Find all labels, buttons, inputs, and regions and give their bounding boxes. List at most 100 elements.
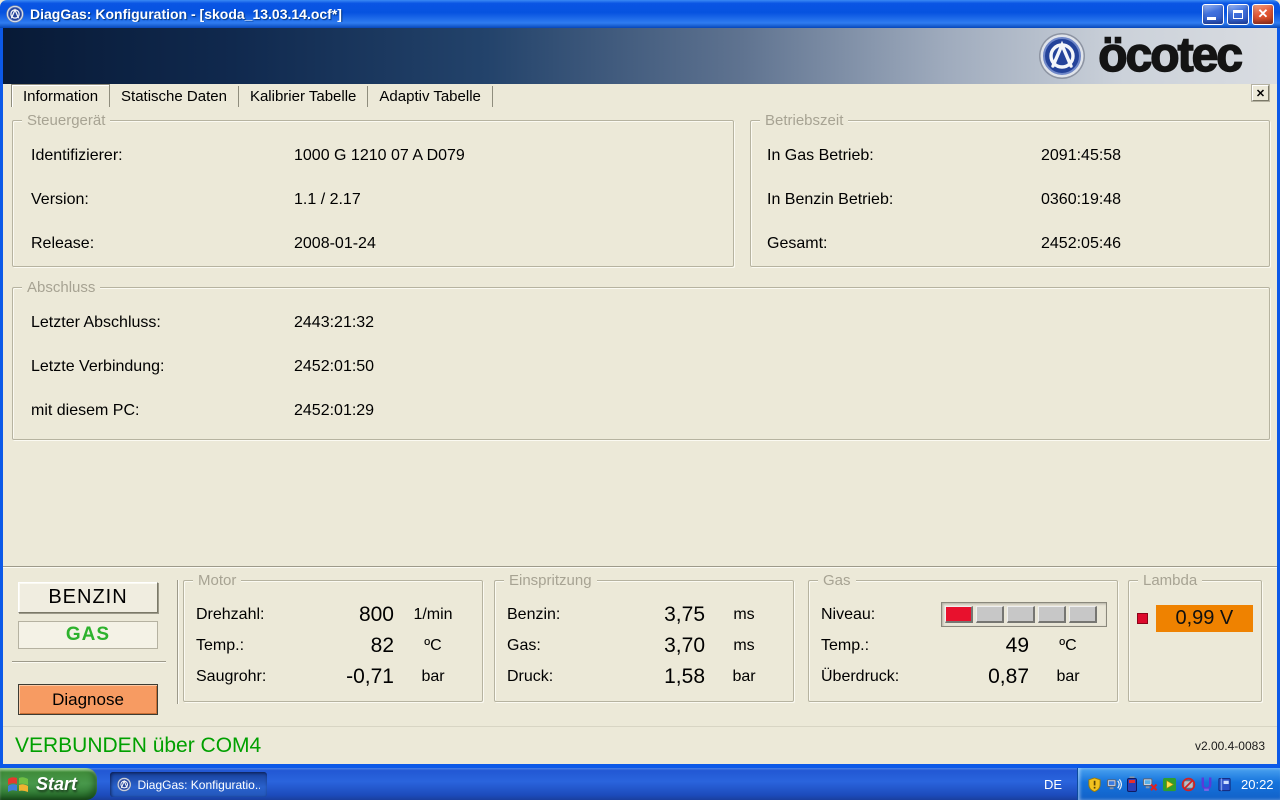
window-controls: ✕ bbox=[1202, 4, 1274, 25]
maximize-button[interactable] bbox=[1227, 4, 1249, 25]
info-row: Gesamt: 2452:05:46 bbox=[751, 222, 1269, 266]
measure-unit: bar bbox=[705, 668, 783, 686]
taskbar-clock[interactable]: 20:22 bbox=[1241, 777, 1274, 792]
measure-label: Niveau: bbox=[819, 606, 875, 624]
lambda-value: 0,99 V bbox=[1156, 605, 1253, 632]
header-band: öcotec bbox=[3, 28, 1277, 84]
measure-row: Benzin: 3,75 ms bbox=[505, 599, 783, 630]
measure-label: Gas: bbox=[505, 637, 605, 655]
field-value: 2452:01:50 bbox=[294, 358, 374, 376]
blocked-device-icon[interactable] bbox=[1181, 776, 1196, 793]
app-icon bbox=[6, 5, 24, 23]
measure-row: Drehzahl: 800 1/min bbox=[194, 599, 472, 630]
measure-row: Gas: 3,70 ms bbox=[505, 630, 783, 661]
group-steuergeraet: Steuergerät Identifizierer: 1000 G 1210 … bbox=[12, 120, 734, 267]
measure-label: Drehzahl: bbox=[194, 606, 294, 624]
start-label: Start bbox=[36, 774, 77, 795]
measure-label: Saugrohr: bbox=[194, 668, 294, 686]
group-lambda: Lambda 0,99 V bbox=[1128, 580, 1262, 702]
measure-value: 1,58 bbox=[605, 665, 705, 689]
measure-row: Druck: 1,58 bar bbox=[505, 661, 783, 692]
group-title: Gas bbox=[818, 572, 856, 589]
gas-level-segment bbox=[1069, 606, 1097, 623]
measure-unit: bar bbox=[394, 668, 472, 686]
gas-level-segment bbox=[1038, 606, 1066, 623]
measure-label: Druck: bbox=[505, 668, 605, 686]
measure-unit: 1/min bbox=[394, 606, 472, 624]
field-label: Identifizierer: bbox=[31, 147, 294, 165]
address-book-icon[interactable] bbox=[1217, 776, 1232, 793]
close-icon: ✕ bbox=[1258, 6, 1269, 22]
field-value: 2008-01-24 bbox=[294, 235, 376, 253]
gas-button[interactable]: GAS bbox=[18, 621, 158, 649]
group-einspritzung: Einspritzung Benzin: 3,75 ms Gas: 3,70 m… bbox=[494, 580, 794, 702]
fuel-diagnose-divider bbox=[12, 661, 166, 663]
measure-unit: ms bbox=[705, 606, 783, 624]
measure-label: Benzin: bbox=[505, 606, 605, 624]
title-bar: DiagGas: Konfiguration - [skoda_13.03.14… bbox=[0, 0, 1280, 28]
start-button[interactable]: Start bbox=[0, 768, 97, 800]
media-player-icon[interactable] bbox=[1162, 776, 1177, 793]
measure-value: 3,70 bbox=[605, 634, 705, 658]
security-shield-icon[interactable] bbox=[1087, 776, 1102, 793]
taskbar-item-diaggas[interactable]: DiagGas: Konfiguratio... bbox=[110, 772, 267, 797]
group-title: Lambda bbox=[1138, 572, 1202, 589]
tab-kalibrier-tabelle[interactable]: Kalibrier Tabelle bbox=[239, 86, 368, 107]
group-rows: Letzter Abschluss: 2443:21:32 Letzte Ver… bbox=[13, 288, 1269, 433]
app-icon bbox=[117, 777, 131, 792]
info-row: Letzter Abschluss: 2443:21:32 bbox=[13, 301, 1269, 345]
group-rows: Niveau: Temp.: 49 ºC Überdruck: 0,87 bar bbox=[809, 581, 1117, 692]
tab-close-button[interactable]: ✕ bbox=[1252, 85, 1269, 101]
group-title: Einspritzung bbox=[504, 572, 597, 589]
tab-statische-daten[interactable]: Statische Daten bbox=[110, 86, 239, 107]
info-row: Letzte Verbindung: 2452:01:50 bbox=[13, 345, 1269, 389]
close-button[interactable]: ✕ bbox=[1252, 4, 1274, 25]
panel-divider bbox=[3, 566, 1277, 568]
measure-label: Temp.: bbox=[819, 637, 929, 655]
tab-information[interactable]: Information bbox=[11, 84, 110, 107]
brand-logo: öcotec bbox=[1038, 31, 1241, 81]
group-betriebszeit: Betriebszeit In Gas Betrieb: 2091:45:58 … bbox=[750, 120, 1270, 267]
measure-value: 82 bbox=[294, 634, 394, 658]
network-error-icon[interactable] bbox=[1142, 776, 1158, 793]
measure-label: Überdruck: bbox=[819, 668, 929, 686]
field-label: In Gas Betrieb: bbox=[767, 147, 1041, 165]
app-version: v2.00.4-0083 bbox=[1195, 739, 1265, 753]
group-title: Motor bbox=[193, 572, 241, 589]
measure-value: 3,75 bbox=[605, 603, 705, 627]
gas-level-indicator bbox=[941, 602, 1107, 627]
info-row: In Gas Betrieb: 2091:45:58 bbox=[751, 134, 1269, 178]
field-label: Gesamt: bbox=[767, 235, 1041, 253]
minimize-button[interactable] bbox=[1202, 4, 1224, 25]
windows-flag-icon bbox=[7, 774, 29, 794]
usb-device-icon[interactable] bbox=[1200, 776, 1213, 793]
tab-adaptiv-tabelle[interactable]: Adaptiv Tabelle bbox=[368, 86, 492, 107]
diagnose-button[interactable]: Diagnose bbox=[18, 684, 158, 715]
field-label: Letzter Abschluss: bbox=[31, 314, 294, 332]
measure-value: -0,71 bbox=[294, 665, 394, 689]
group-gas: Gas Niveau: Temp.: 49 ºC Überdruck: 0,8 bbox=[808, 580, 1118, 702]
measure-unit: ºC bbox=[1029, 637, 1107, 655]
field-label: mit diesem PC: bbox=[31, 402, 294, 420]
field-label: Letzte Verbindung: bbox=[31, 358, 294, 376]
gas-level-segment bbox=[945, 606, 973, 623]
field-value: 2443:21:32 bbox=[294, 314, 374, 332]
info-row: Release: 2008-01-24 bbox=[13, 222, 733, 266]
benzin-button[interactable]: BENZIN bbox=[18, 582, 158, 613]
field-label: Release: bbox=[31, 235, 294, 253]
taskbar-item-label: DiagGas: Konfiguratio... bbox=[137, 778, 260, 792]
measure-unit: ms bbox=[705, 637, 783, 655]
group-rows: Identifizierer: 1000 G 1210 07 A D079 Ve… bbox=[13, 121, 733, 266]
minimize-icon bbox=[1207, 17, 1216, 20]
group-abschluss: Abschluss Letzter Abschluss: 2443:21:32 … bbox=[12, 287, 1270, 440]
measure-row: Überdruck: 0,87 bar bbox=[819, 661, 1107, 692]
language-indicator[interactable]: DE bbox=[1036, 773, 1070, 795]
field-value: 1.1 / 2.17 bbox=[294, 191, 361, 209]
info-row: In Benzin Betrieb: 0360:19:48 bbox=[751, 178, 1269, 222]
measure-value: 49 bbox=[929, 634, 1029, 658]
battery-icon[interactable] bbox=[1126, 776, 1138, 793]
field-value: 2452:01:29 bbox=[294, 402, 374, 420]
wireless-monitor-icon[interactable] bbox=[1106, 776, 1122, 793]
measure-row: Temp.: 49 ºC bbox=[819, 630, 1107, 661]
measure-row: Saugrohr: -0,71 bar bbox=[194, 661, 472, 692]
